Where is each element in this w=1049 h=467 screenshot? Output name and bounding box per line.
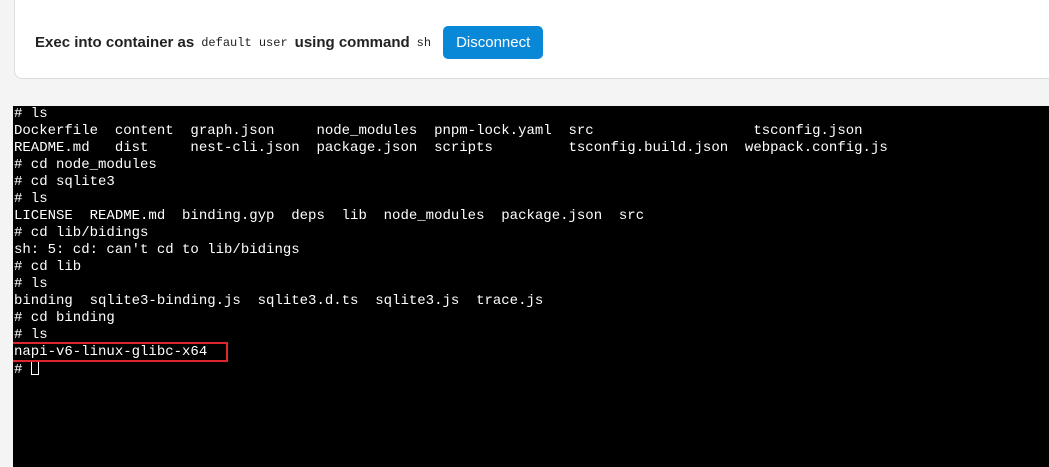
exec-command-value: sh (416, 35, 432, 50)
terminal-line: # ls (14, 191, 48, 207)
terminal-line: # ls (14, 106, 48, 122)
terminal-line: sh: 5: cd: can't cd to lib/bidings (14, 242, 300, 258)
terminal-line: # cd binding (14, 310, 115, 326)
exec-bar: Exec into container as default user usin… (35, 26, 544, 59)
terminal-line: README.md dist nest-cli.json package.jso… (14, 140, 888, 156)
terminal-line: # cd lib/bidings (14, 225, 149, 241)
exec-prefix-label: Exec into container as (35, 34, 195, 51)
exec-user-value: default user (201, 35, 288, 50)
terminal-line: binding sqlite3-binding.js sqlite3.d.ts … (14, 293, 544, 309)
terminal-line: # ls (14, 276, 48, 292)
terminal[interactable]: # ls Dockerfile content graph.json node_… (13, 106, 1049, 467)
terminal-line: # cd lib (14, 259, 82, 275)
terminal-line: # cd sqlite3 (14, 174, 115, 190)
terminal-line: Dockerfile content graph.json node_modul… (14, 123, 863, 139)
exec-command-label: using command (294, 34, 410, 51)
terminal-cursor (30, 361, 39, 375)
terminal-prompt: # (14, 362, 31, 378)
terminal-output: # ls Dockerfile content graph.json node_… (14, 106, 888, 378)
highlight-annotation-box (13, 342, 228, 362)
terminal-line: LICENSE README.md binding.gyp deps lib n… (14, 208, 645, 224)
terminal-prompt-line[interactable]: # (14, 361, 888, 378)
terminal-line: # cd node_modules (14, 157, 157, 173)
disconnect-button[interactable]: Disconnect (443, 26, 544, 59)
